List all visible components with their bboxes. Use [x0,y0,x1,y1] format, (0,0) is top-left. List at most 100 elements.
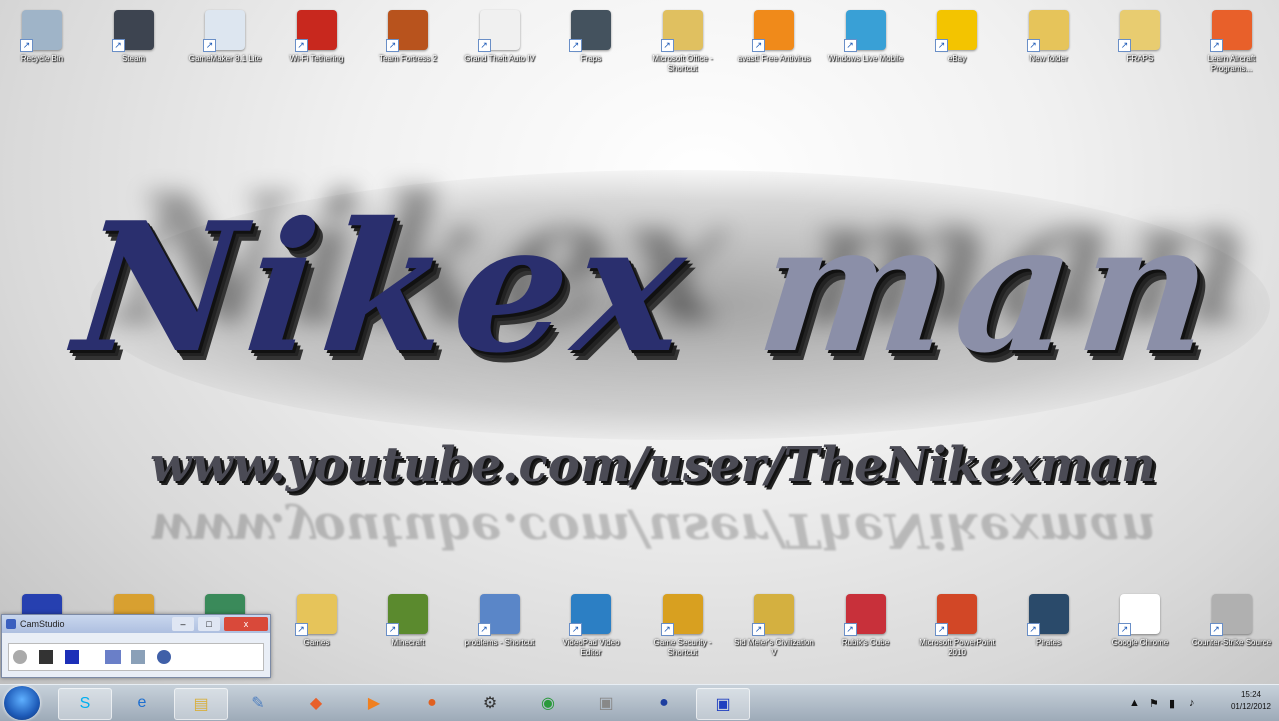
desktop-icon[interactable]: ↗ Sid Meier's Civilization V [734,592,814,682]
desktop-icon[interactable]: ↗ FRAPS [1100,8,1180,98]
media-icon[interactable]: ▶ [348,688,400,718]
play-icon: ↗ [569,594,611,636]
tf2-icon: ↗ [386,10,428,52]
volume-icon[interactable]: ♪ [1189,697,1195,709]
screenshot-icon[interactable]: ▣ [580,688,632,718]
shortcut-arrow-icon: ↗ [843,623,857,636]
desktop-icon-label: Steam [121,54,146,63]
shortcut-arrow-icon: ↗ [477,39,491,52]
shortcut-arrow-icon: ↗ [660,39,674,52]
gamemaker-icon: ↗ [203,10,245,52]
internet-explorer-icon[interactable]: e [116,688,168,718]
desktop-icon[interactable]: ↗ Games [277,592,357,682]
wallpaper-url-reflection: www.youtube.com/user/TheNikexman [150,502,1156,558]
settings-button[interactable] [157,650,171,664]
shortcut-arrow-icon: ↗ [386,623,399,636]
network-icon[interactable]: ▮ [1169,697,1175,710]
wallpaper-title-word2: man [750,183,1230,392]
desktop-icon[interactable]: ↗ Team Fortress 2 [368,8,448,98]
camstudio-window[interactable]: CamStudio – □ x [1,614,271,678]
pause-button[interactable] [39,650,53,664]
desktop-icon[interactable]: ↗ problems - Shortcut [460,592,540,682]
desktop-icon[interactable]: ↗ Wi-Fi Tethering [277,8,357,98]
origin-icon: ↗ [1209,10,1252,52]
desktop-icon[interactable]: ↗ Rubik's Cube [826,592,906,682]
chrome-icon[interactable]: ◉ [522,688,574,718]
record-button[interactable] [13,650,27,664]
desktop-icon-label: avast! Free Antivirus [737,54,811,63]
desktop-icon-label: Game Security - Shortcut [653,638,712,657]
windows-live-icon: ↗ [843,10,886,52]
shortcut-arrow-icon: ↗ [294,623,308,636]
desktop-icon[interactable]: ↗ New folder [1009,8,1089,98]
cube-icon: ↗ [843,594,886,636]
firefox-icon[interactable]: ● [406,688,458,718]
skype-icon[interactable]: S [58,688,112,720]
desktop-icon[interactable]: ↗ Counter-Strike Source [1192,592,1272,682]
minimize-button[interactable]: – [172,617,194,631]
options-button[interactable] [131,650,145,664]
desktop-icon-label: Microsoft Office - Shortcut [652,54,713,73]
shortcut-arrow-icon: ↗ [1209,623,1223,636]
desktop-icon-label: Rubik's Cube [841,638,890,647]
shortcut-arrow-icon: ↗ [752,39,765,52]
desktop-icon[interactable]: ↗ Microsoft PowerPoint 2010 [917,592,997,682]
stop-button[interactable] [65,650,79,664]
desktop-icon[interactable]: ↗ eBay [917,8,997,98]
lock-icon: ↗ [660,594,703,636]
region-button[interactable] [105,650,121,664]
wifi-icon: ↗ [294,10,337,52]
ball-icon[interactable]: ● [638,688,690,718]
fraps-icon: ↗ [569,10,611,52]
shortcut-arrow-icon: ↗ [843,39,857,52]
clock[interactable]: 15:24 01/12/2012 [1231,689,1271,713]
desktop-icon-label: Microsoft PowerPoint 2010 [919,638,995,657]
desktop-icon[interactable]: ↗ Google Chrome [1100,592,1180,682]
camstudio-icon[interactable]: ▣ [696,688,750,720]
desktop-icon[interactable]: ↗ Pirates [1009,592,1089,682]
origin-icon[interactable]: ◆ [290,688,342,718]
gta-icon: ↗ [477,10,520,52]
desktop-icon-label: Sid Meier's Civilization V [734,638,814,657]
folder-icon: ↗ [1026,10,1069,52]
close-button[interactable]: x [224,617,268,631]
taskbar: Se ▤ ✎ ◆ ▶ ● ⚙ ◉ ▣ ● ▣ ▲ ⚑ ▮ ♪ 15:24 01/12/2012 [0,684,1279,721]
shortcut-arrow-icon: ↗ [111,39,125,52]
shortcut-arrow-icon: ↗ [935,39,948,52]
desktop-icon[interactable]: ↗ GameMaker 8.1 Lite [185,8,265,98]
steam-icon[interactable]: ⚙ [464,688,516,718]
desktop-icon[interactable]: ↗ avast! Free Antivirus [734,8,814,98]
start-button[interactable] [4,686,40,720]
desktop-icon[interactable]: ↗ Fraps [551,8,631,98]
tray-arrow-icon[interactable]: ▲ [1129,697,1140,709]
shortcut-arrow-icon: ↗ [1209,39,1223,52]
tray-flag-icon[interactable]: ⚑ [1149,697,1159,710]
desktop-icon[interactable]: ↗ Windows Live Mobile [826,8,906,98]
desktop-icon-label: Games [303,638,330,647]
desktop-icon[interactable]: ↗ Steam [94,8,174,98]
desktop-icon-label: eBay [947,54,967,63]
desktop-icon[interactable]: ↗ Grand Theft Auto IV [460,8,540,98]
shortcut-arrow-icon: ↗ [569,39,582,52]
explorer-icon[interactable]: ▤ [174,688,228,720]
shortcut-arrow-icon: ↗ [294,39,308,52]
desktop-icon-label: Windows Live Mobile [827,54,904,63]
desktop-icon[interactable]: ↗ Minecraft [368,592,448,682]
desktop-icon[interactable]: ↗ VideoPad Video Editor [551,592,631,682]
desktop-icon[interactable]: ↗ Recycle Bin [2,8,82,98]
cs-icon: ↗ [1209,594,1252,636]
desktop-icon[interactable]: ↗ Microsoft Office - Shortcut [643,8,723,98]
maximize-button[interactable]: □ [198,617,220,631]
desktop-icon-label: Minecraft [391,638,425,647]
desktop-icon[interactable]: ↗ Learn Aircraft Programs... [1192,8,1272,98]
shortcut-arrow-icon: ↗ [1026,39,1040,52]
camstudio-titlebar[interactable]: CamStudio – □ x [2,615,270,633]
desktop-icon-label: Counter-Strike Source [1191,638,1272,647]
desktop-icon[interactable]: ↗ Game Security - Shortcut [643,592,723,682]
desktop-icon-label: VideoPad Video Editor [562,638,620,657]
shortcut-arrow-icon: ↗ [1026,623,1040,636]
steam-icon: ↗ [111,10,154,52]
tool-icon[interactable]: ✎ [232,688,284,718]
wallpaper-title: Nikex man [67,183,1258,392]
shortcut-arrow-icon: ↗ [752,623,765,636]
